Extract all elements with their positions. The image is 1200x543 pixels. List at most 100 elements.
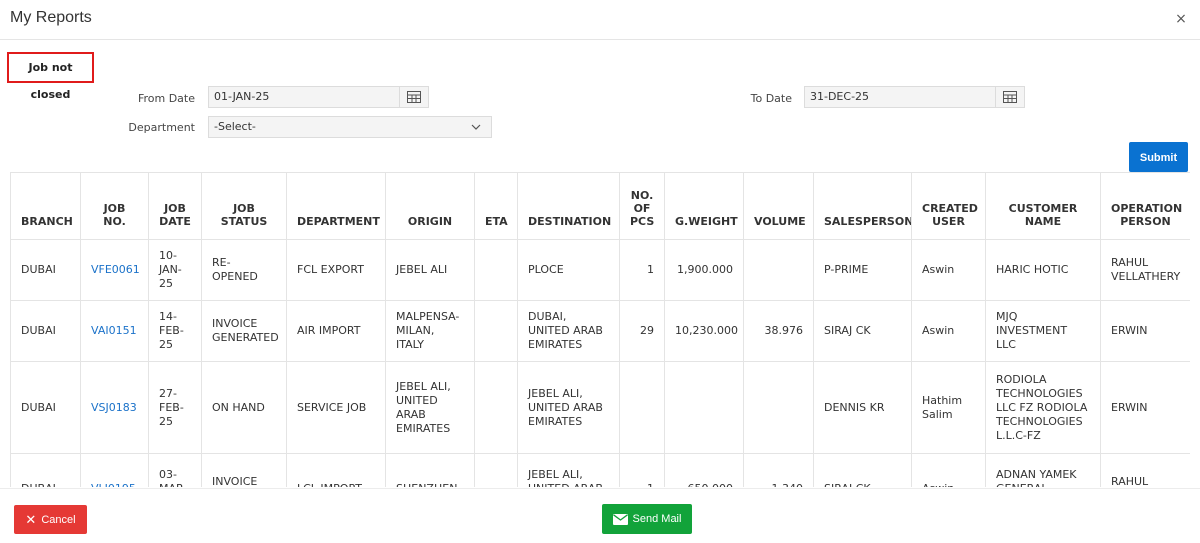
cell-pcs: 1 xyxy=(619,453,665,487)
col-header[interactable]: ORIGIN xyxy=(385,172,475,240)
job-number-link[interactable]: VAI0151 xyxy=(80,300,149,362)
col-header[interactable]: JOB DATE xyxy=(148,172,202,240)
table-row: DUBAI VFE0061 10-JAN-25 RE-OPENED FCL EX… xyxy=(10,239,1190,301)
report-table: BRANCH JOB NO. JOB DATE JOB STATUS DEPAR… xyxy=(10,172,1190,487)
cell-created-user: Hathim Salim xyxy=(911,361,986,454)
job-number-link[interactable]: VSJ0183 xyxy=(80,361,149,454)
cell-job-date: 10-JAN-25 xyxy=(148,239,202,301)
col-header[interactable]: DESTINATION xyxy=(517,172,620,240)
mail-icon xyxy=(612,513,628,525)
cell-gross-weight: 10,230.000 xyxy=(664,300,744,362)
report-section-label: Job not closed xyxy=(7,52,94,101)
cell-job-status: INVOICE GENERATED xyxy=(201,453,287,487)
col-header[interactable]: G.WEIGHT xyxy=(664,172,744,240)
cell-eta xyxy=(474,239,518,301)
to-date-input[interactable]: 31-DEC-25 xyxy=(804,86,996,108)
cell-salesperson: SIRAJ CK xyxy=(813,300,912,362)
cell-destination: JEBEL ALI, UNITED ARAB EMIRATES xyxy=(517,453,620,487)
from-date-calendar-button[interactable] xyxy=(399,86,429,108)
department-selected-value: -Select- xyxy=(214,120,256,133)
cell-created-user: Aswin xyxy=(911,239,986,301)
cell-branch: DUBAI xyxy=(10,361,81,454)
cell-branch: DUBAI xyxy=(10,300,81,362)
cell-pcs: 1 xyxy=(619,239,665,301)
cell-gross-weight xyxy=(664,361,744,454)
cell-job-status: ON HAND xyxy=(201,361,287,454)
cell-job-date: 14-FEB-25 xyxy=(148,300,202,362)
cell-department: AIR IMPORT xyxy=(286,300,386,362)
dialog-title: My Reports xyxy=(10,9,92,26)
cell-volume: 38.976 xyxy=(743,300,814,362)
calendar-icon xyxy=(1003,91,1017,103)
from-date-label: From Date xyxy=(137,92,195,105)
cell-volume xyxy=(743,361,814,454)
cell-operation-person: RAHUL VELLATHERY xyxy=(1100,239,1190,301)
col-header[interactable]: CREATED USER xyxy=(911,172,986,240)
col-header[interactable]: OPERATION PERSON xyxy=(1100,172,1190,240)
cell-destination: PLOCE xyxy=(517,239,620,301)
send-mail-button-label: Send Mail xyxy=(632,513,682,525)
cell-department: LCL IMPORT xyxy=(286,453,386,487)
cell-created-user: Aswin xyxy=(911,300,986,362)
cell-branch: DUBAI xyxy=(10,239,81,301)
cell-eta xyxy=(474,361,518,454)
col-header[interactable]: SALESPERSON xyxy=(813,172,912,240)
cell-gross-weight: 650.000 xyxy=(664,453,744,487)
submit-button[interactable]: Submit xyxy=(1129,142,1188,172)
cell-operation-person: ERWIN xyxy=(1100,361,1190,454)
cell-operation-person: RAHUL VELLATHERY xyxy=(1100,453,1190,487)
department-select[interactable]: -Select- xyxy=(208,116,492,138)
cell-job-date: 27-FEB-25 xyxy=(148,361,202,454)
cell-pcs: 29 xyxy=(619,300,665,362)
cell-customer-name: RODIOLA TECHNOLOGIES LLC FZ RODIOLA TECH… xyxy=(985,361,1101,454)
cell-job-status: INVOICE GENERATED xyxy=(201,300,287,362)
cell-customer-name: MJQ INVESTMENT LLC xyxy=(985,300,1101,362)
cell-destination: JEBEL ALI, UNITED ARAB EMIRATES xyxy=(517,361,620,454)
cancel-button-label: Cancel xyxy=(41,513,76,526)
cell-customer-name: ADNAN YAMEK GENERAL TRADING xyxy=(985,453,1101,487)
job-number-link[interactable]: VLI0195 xyxy=(80,453,149,487)
cell-eta xyxy=(474,300,518,362)
col-header[interactable]: VOLUME xyxy=(743,172,814,240)
col-header[interactable]: JOB NO. xyxy=(80,172,149,240)
cell-origin: SHENZHEN xyxy=(385,453,475,487)
report-table-container[interactable]: BRANCH JOB NO. JOB DATE JOB STATUS DEPAR… xyxy=(10,172,1190,487)
cell-customer-name: HARIC HOTIC xyxy=(985,239,1101,301)
cancel-button[interactable]: ✕ Cancel xyxy=(14,505,87,534)
col-header[interactable]: CUSTOMER NAME xyxy=(985,172,1101,240)
col-header[interactable]: NO. OF PCS xyxy=(619,172,665,240)
to-date-calendar-button[interactable] xyxy=(995,86,1025,108)
table-row: DUBAI VSJ0183 27-FEB-25 ON HAND SERVICE … xyxy=(10,361,1190,454)
from-date-input[interactable]: 01-JAN-25 xyxy=(208,86,400,108)
cell-volume: 1.340 xyxy=(743,453,814,487)
cell-origin: JEBEL ALI xyxy=(385,239,475,301)
cell-department: SERVICE JOB xyxy=(286,361,386,454)
col-header[interactable]: ETA xyxy=(474,172,518,240)
cell-salesperson: DENNIS KR xyxy=(813,361,912,454)
cell-origin: MALPENSA-MILAN, ITALY xyxy=(385,300,475,362)
col-header[interactable]: DEPARTMENT xyxy=(286,172,386,240)
send-mail-button[interactable]: Send Mail xyxy=(602,504,692,534)
chevron-down-icon xyxy=(471,118,481,138)
cell-job-date: 03-MAR-25 xyxy=(148,453,202,487)
cell-department: FCL EXPORT xyxy=(286,239,386,301)
cell-destination: DUBAI, UNITED ARAB EMIRATES xyxy=(517,300,620,362)
cell-eta xyxy=(474,453,518,487)
cell-job-status: RE-OPENED xyxy=(201,239,287,301)
cell-salesperson: SIRAJ CK xyxy=(813,453,912,487)
col-header[interactable]: JOB STATUS xyxy=(201,172,287,240)
dialog-header: My Reports × xyxy=(0,0,1200,40)
footer-divider xyxy=(0,488,1200,489)
col-header[interactable]: BRANCH xyxy=(10,172,81,240)
close-button[interactable]: × xyxy=(1170,9,1192,31)
job-number-link[interactable]: VFE0061 xyxy=(80,239,149,301)
to-date-label: To Date xyxy=(750,92,792,105)
close-icon: ✕ xyxy=(25,512,37,527)
cell-origin: JEBEL ALI, UNITED ARAB EMIRATES xyxy=(385,361,475,454)
table-row: DUBAI VLI0195 03-MAR-25 INVOICE GENERATE… xyxy=(10,453,1190,487)
cell-branch: DUBAI xyxy=(10,453,81,487)
table-row: DUBAI VAI0151 14-FEB-25 INVOICE GENERATE… xyxy=(10,300,1190,362)
table-header-row: BRANCH JOB NO. JOB DATE JOB STATUS DEPAR… xyxy=(10,172,1190,240)
cell-salesperson: P-PRIME xyxy=(813,239,912,301)
cell-pcs xyxy=(619,361,665,454)
